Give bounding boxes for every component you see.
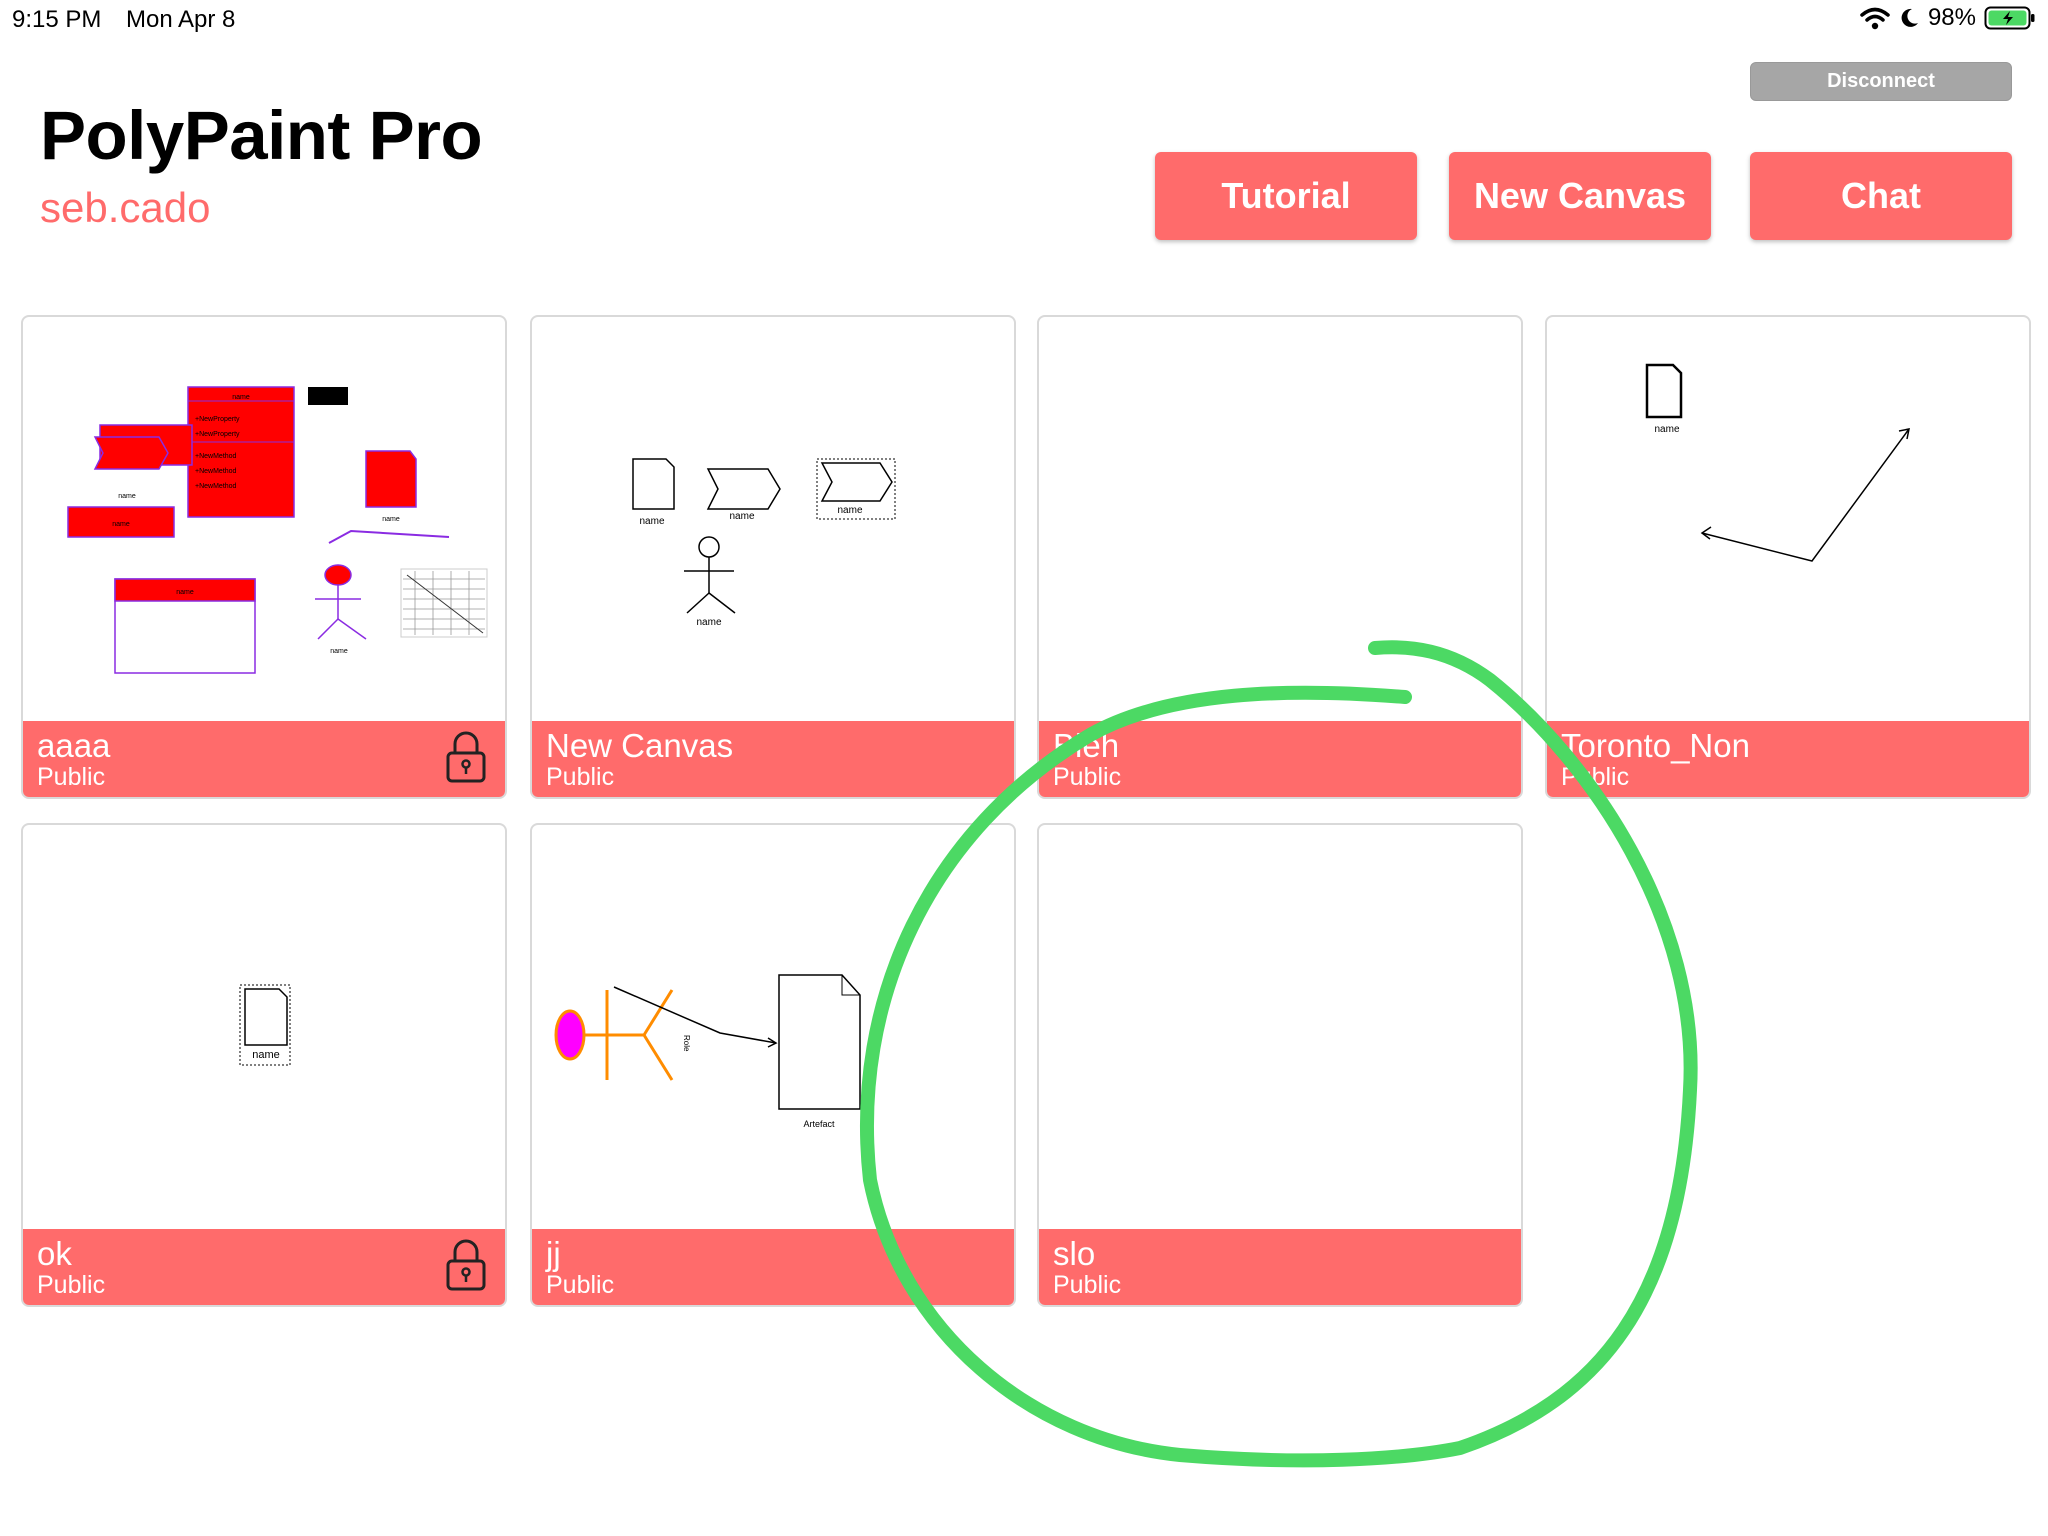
app-title: PolyPaint Pro <box>40 97 483 174</box>
canvas-preview: name +NewProperty +NewProperty +NewMetho… <box>67 386 488 674</box>
canvas-card-aaaa[interactable]: name +NewProperty +NewProperty +NewMetho… <box>21 315 507 799</box>
canvas-preview <box>1039 825 1521 1231</box>
canvas-preview: name <box>239 984 291 1066</box>
shape-label: name <box>837 505 862 516</box>
status-bar: 9:15 PM Mon Apr 8 98% <box>0 0 2048 40</box>
tutorial-button[interactable]: Tutorial <box>1155 152 1417 240</box>
canvas-preview: Role Artefact <box>554 974 861 1129</box>
shape-label: name <box>639 516 664 527</box>
canvas-name: aaaa <box>37 727 111 764</box>
disconnect-button[interactable]: Disconnect <box>1750 62 2012 101</box>
canvas-visibility: Public <box>37 1271 106 1299</box>
artefact-label: Artefact <box>803 1119 835 1129</box>
canvas-card-ok[interactable]: name ok Public <box>21 823 507 1307</box>
shape-label: name <box>729 511 754 522</box>
method-label: +NewMethod <box>195 453 237 460</box>
card-footer: jj Public <box>532 1229 1014 1305</box>
canvas-visibility: Public <box>1053 1271 1122 1299</box>
username: seb.cado <box>40 184 211 231</box>
canvas-name: ok <box>37 1235 72 1272</box>
shape-label: name <box>382 516 400 523</box>
class-name-label: name <box>232 394 250 401</box>
card-footer: slo Public <box>1039 1229 1521 1305</box>
status-time: 9:15 PM <box>12 6 102 33</box>
card-footer: Bleh Public <box>1039 721 1521 797</box>
shape-label: name <box>330 648 348 655</box>
battery-percent: 98% <box>1927 4 1976 31</box>
status-right: 98% <box>1860 4 2036 32</box>
canvas-name: slo <box>1053 1235 1096 1272</box>
shape-label: name <box>696 617 721 628</box>
canvas-preview <box>1039 317 1521 723</box>
canvas-name: jj <box>546 1235 561 1272</box>
property-label: +NewProperty <box>195 416 240 423</box>
lock-icon <box>446 1239 486 1291</box>
method-label: +NewMethod <box>195 483 237 490</box>
canvas-card-jj[interactable]: Role Artefact jj Public <box>530 823 1016 1307</box>
chat-button[interactable]: Chat <box>1750 152 2012 240</box>
property-label: +NewProperty <box>195 431 240 438</box>
canvas-visibility: Public <box>1053 763 1122 791</box>
wifi-icon <box>1860 6 1890 30</box>
lock-icon <box>446 731 486 783</box>
card-footer: Toronto_Non Public <box>1547 721 2029 797</box>
shape-label: name <box>176 589 194 596</box>
role-label: Role <box>682 1035 691 1052</box>
canvas-card-toronto-non[interactable]: name Toronto_Non Public <box>1545 315 2031 799</box>
card-footer: New Canvas Public <box>532 721 1014 797</box>
shape-label: name <box>252 1049 280 1061</box>
canvas-name: New Canvas <box>546 727 734 764</box>
canvas-name: Toronto_Non <box>1561 727 1750 764</box>
battery-icon <box>1984 5 2036 31</box>
new-canvas-button[interactable]: New Canvas <box>1449 152 1711 240</box>
canvas-card-new-canvas[interactable]: name name name name New Canvas Public <box>530 315 1016 799</box>
shape-label: name <box>118 493 136 500</box>
canvas-visibility: Public <box>546 1271 615 1299</box>
shape-label: name <box>1654 424 1679 435</box>
card-footer: aaaa Public <box>23 721 505 797</box>
method-label: +NewMethod <box>195 468 237 475</box>
card-footer: ok Public <box>23 1229 505 1305</box>
canvas-preview: name name name name <box>632 458 896 628</box>
canvas-visibility: Public <box>37 763 106 791</box>
status-date: Mon Apr 8 <box>126 6 236 33</box>
canvas-name: Bleh <box>1053 727 1120 764</box>
canvas-visibility: Public <box>546 763 615 791</box>
canvas-visibility: Public <box>1561 763 1630 791</box>
canvas-preview: name <box>1645 363 1910 562</box>
shape-label: name <box>112 521 130 528</box>
canvas-card-bleh[interactable]: Bleh Public <box>1037 315 1523 799</box>
moon-icon <box>1898 6 1920 30</box>
canvas-card-slo[interactable]: slo Public <box>1037 823 1523 1307</box>
